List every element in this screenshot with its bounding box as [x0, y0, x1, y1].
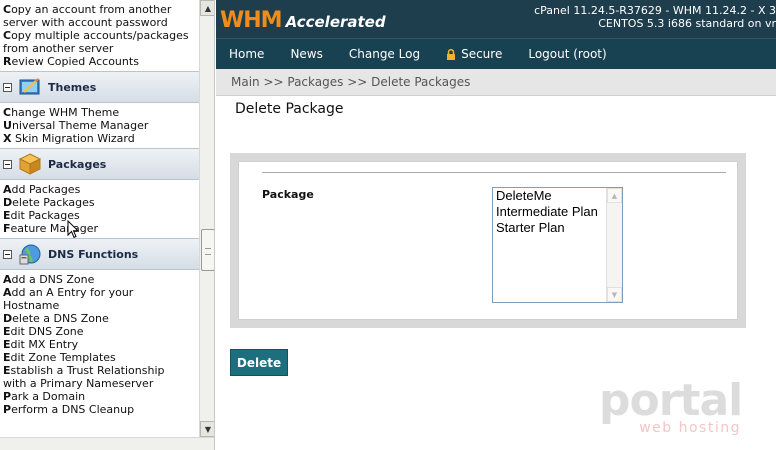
sidebar-link-review-copied[interactable]: Review Copied Accounts — [0, 55, 199, 68]
collapse-icon[interactable] — [3, 249, 12, 259]
sidebar-header-packages[interactable]: Packages — [0, 148, 199, 180]
sidebar-header-themes[interactable]: Themes — [0, 71, 199, 103]
server-version: cPanel 11.24.5-R37629 - WHM 11.24.2 - X … — [534, 4, 776, 17]
sidebar-link-dns-cleanup[interactable]: Perform a DNS Cleanup — [0, 403, 199, 416]
globe-icon — [18, 242, 42, 266]
form-panel: Package DeleteMe Intermediate Plan Start… — [238, 161, 738, 320]
divider — [262, 172, 726, 173]
page-title: Delete Package — [235, 101, 344, 117]
sidebar-link-delete-dns-zone[interactable]: Delete a DNS Zone — [0, 312, 199, 325]
sidebar-link-copy-account[interactable]: Copy an account from another — [0, 3, 199, 16]
package-option[interactable]: DeleteMe — [493, 188, 622, 204]
scroll-up-icon[interactable]: ▲ — [607, 188, 622, 203]
sidebar-link-universal-theme[interactable]: Universal Theme Manager — [0, 119, 199, 132]
scroll-down-icon[interactable]: ▼ — [200, 421, 214, 437]
sidebar-header-label: Themes — [48, 80, 97, 94]
sidebar-link-add-dns-zone[interactable]: Add a DNS Zone — [0, 273, 199, 286]
sidebar-link-change-theme[interactable]: Change WHM Theme — [0, 106, 199, 119]
sidebar-link-skin-migration[interactable]: X Skin Migration Wizard — [0, 132, 199, 145]
package-option[interactable]: Starter Plan — [493, 220, 622, 236]
sidebar-link-add-a-entry-cont[interactable]: Hostname — [0, 299, 199, 312]
sidebar-link-edit-packages[interactable]: Edit Packages — [0, 209, 199, 222]
sidebar-scrollbar[interactable]: ▲ ▼ — [199, 0, 214, 437]
delete-button[interactable]: Delete — [230, 349, 288, 376]
sidebar-link-add-packages[interactable]: Add Packages — [0, 183, 199, 196]
sidebar: server Copy an account from another serv… — [0, 0, 215, 450]
sidebar-link-trust-relationship[interactable]: Establish a Trust Relationship — [0, 364, 199, 377]
sidebar-link-edit-zone-templates[interactable]: Edit Zone Templates — [0, 351, 199, 364]
sidebar-header-label: Packages — [48, 157, 107, 171]
logo-accelerated-text: Accelerated — [285, 13, 386, 31]
sidebar-link-park-domain[interactable]: Park a Domain — [0, 390, 199, 403]
lock-icon — [447, 48, 456, 60]
nav-home[interactable]: Home — [216, 47, 277, 61]
header-bar: WHM Accelerated cPanel 11.24.5-R37629 - … — [216, 0, 776, 38]
nav-news[interactable]: News — [277, 47, 335, 61]
sidebar-link-copy-multiple-cont[interactable]: from another server — [0, 42, 199, 55]
sidebar-link-trust-relationship-cont[interactable]: with a Primary Nameserver — [0, 377, 199, 390]
collapse-icon[interactable] — [3, 159, 12, 169]
sidebar-link-delete-packages[interactable]: Delete Packages — [0, 196, 199, 209]
nav-secure-label: Secure — [461, 47, 503, 61]
watermark-subtitle: web hosting — [639, 420, 741, 436]
sidebar-transfers-group: server Copy an account from another serv… — [0, 0, 199, 68]
sidebar-link-feature-manager[interactable]: Feature Manager — [0, 222, 199, 235]
sidebar-content: server Copy an account from another serv… — [0, 0, 199, 416]
package-option[interactable]: Intermediate Plan — [493, 204, 622, 220]
package-box-icon — [18, 152, 42, 176]
sidebar-dns-group: Add a DNS Zone Add an A Entry for your H… — [0, 273, 199, 416]
watermark-title: portal — [599, 375, 743, 426]
sidebar-packages-group: Add Packages Delete Packages Edit Packag… — [0, 183, 199, 235]
sidebar-header-label: DNS Functions — [48, 247, 139, 261]
whm-logo[interactable]: WHM Accelerated — [220, 8, 386, 33]
listbox-scrollbar[interactable]: ▲ ▼ — [606, 188, 622, 302]
nav-secure[interactable]: Secure — [433, 47, 515, 61]
scroll-up-icon[interactable]: ▲ — [200, 0, 214, 16]
server-os: CENTOS 5.3 i686 standard on vr — [598, 17, 776, 30]
package-listbox[interactable]: DeleteMe Intermediate Plan Starter Plan … — [492, 187, 623, 303]
sidebar-themes-group: Change WHM Theme Universal Theme Manager… — [0, 106, 199, 145]
sidebar-link-add-a-entry[interactable]: Add an A Entry for your — [0, 286, 199, 299]
breadcrumb: Main >> Packages >> Delete Packages — [216, 69, 776, 96]
delete-package-form: Package DeleteMe Intermediate Plan Start… — [230, 153, 746, 328]
package-label: Package — [262, 188, 314, 201]
nav-change-log[interactable]: Change Log — [336, 47, 433, 61]
scrollbar-thumb[interactable] — [201, 229, 214, 271]
scroll-down-icon[interactable]: ▼ — [607, 287, 622, 302]
nav-bar: Home News Change Log Secure Logout (root… — [216, 38, 776, 69]
sidebar-header-dns[interactable]: DNS Functions — [0, 238, 199, 270]
nav-logout[interactable]: Logout (root) — [515, 47, 619, 61]
collapse-icon[interactable] — [3, 82, 12, 92]
sidebar-link-copy-multiple[interactable]: Copy multiple accounts/packages — [0, 29, 199, 42]
logo-whm-text: WHM — [220, 8, 283, 33]
sidebar-link-edit-mx-entry[interactable]: Edit MX Entry — [0, 338, 199, 351]
main-content: WHM Accelerated cPanel 11.24.5-R37629 - … — [216, 0, 776, 450]
server-info: cPanel 11.24.5-R37629 - WHM 11.24.2 - X … — [534, 4, 776, 30]
sidebar-horizontal-scrollbar[interactable] — [0, 437, 214, 450]
sidebar-link-copy-account-cont[interactable]: server with account password — [0, 16, 199, 29]
sidebar-link-edit-dns-zone[interactable]: Edit DNS Zone — [0, 325, 199, 338]
mouse-pointer-icon — [67, 220, 79, 239]
portal-watermark-logo: portal web hosting — [599, 375, 749, 442]
themes-icon — [18, 75, 42, 99]
